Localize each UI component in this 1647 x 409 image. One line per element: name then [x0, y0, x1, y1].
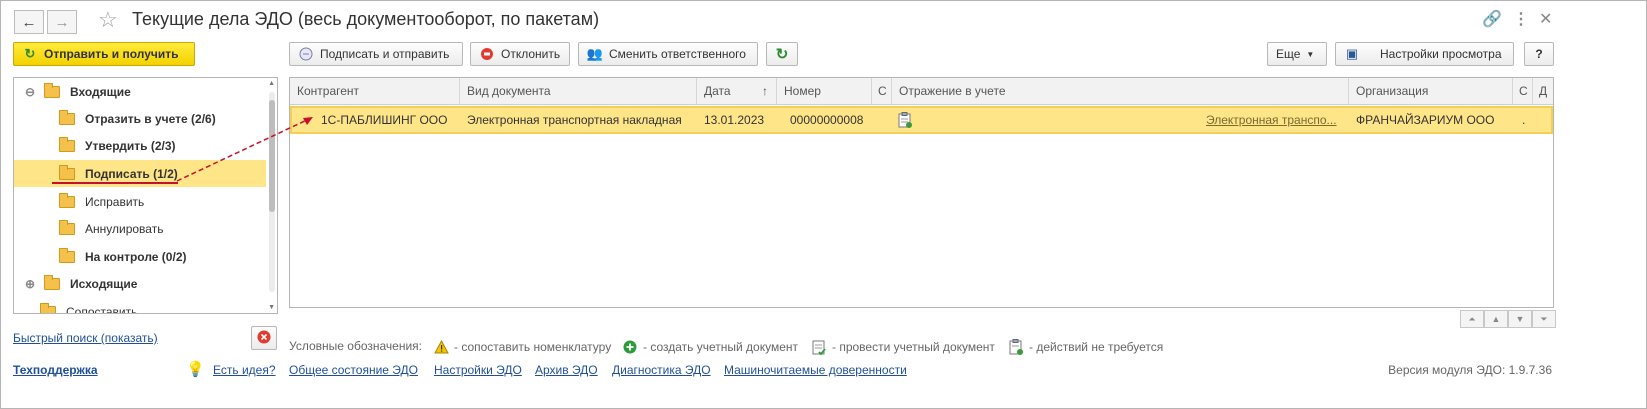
folder-icon [59, 247, 75, 263]
cell-number: 00000000008 [790, 113, 864, 127]
change-responsible-button[interactable]: 👥 Сменить ответственного [578, 42, 758, 66]
clipboard-check-icon [1008, 339, 1024, 355]
tree-item-control[interactable]: На контроле (0/2) [14, 243, 266, 270]
view-settings-button[interactable]: ▣ Настройки просмотра [1335, 42, 1514, 66]
cell-date: 13.01.2023 [704, 113, 765, 127]
grid-header: Контрагент Вид документа Дата ↑ Номер С О… [290, 78, 1553, 105]
folder-icon [44, 82, 60, 98]
post-document-icon [811, 339, 827, 355]
close-icon[interactable]: ✕ [1539, 10, 1552, 30]
stop-icon [479, 46, 495, 62]
idea-link[interactable]: Есть идея? [213, 363, 276, 377]
col-d[interactable]: Д [1533, 78, 1553, 105]
refresh-icon: ↻ [24, 46, 36, 61]
tree-item-incoming[interactable]: ⊖ Входящие [14, 78, 266, 105]
link-icon[interactable]: 🔗 [1482, 10, 1502, 30]
diagnostics-link[interactable]: Диагностика ЭДО [612, 363, 711, 377]
sign-icon [298, 46, 314, 62]
tree-item-outgoing[interactable]: ⊕ Исходящие [14, 270, 266, 297]
first-icon: ⏶ [1468, 313, 1476, 324]
cell-doc-type: Электронная транспортная накладная [467, 113, 682, 127]
more-vertical-icon[interactable]: ⋮ [1513, 10, 1529, 30]
grid-down-button[interactable]: ▼ [1508, 310, 1532, 328]
down-icon: ▼ [1515, 314, 1525, 324]
up-icon: ▲ [1491, 314, 1501, 324]
annotation-arrow [176, 117, 313, 182]
legend-post: - провести учетный документ [811, 339, 995, 355]
col-s1[interactable]: С [872, 78, 892, 105]
sort-arrow-icon: ↑ [762, 84, 768, 98]
edo-window: ← → ☆ Текущие дела ЭДО (весь документооб… [0, 0, 1647, 409]
expand-icon[interactable]: ⊕ [24, 277, 36, 291]
legend-title: Условные обозначения: [289, 339, 422, 353]
col-number[interactable]: Номер [777, 78, 872, 105]
col-date[interactable]: Дата ↑ [697, 78, 777, 105]
support-link[interactable]: Техподдержка [13, 363, 98, 377]
col-doc-type[interactable]: Вид документа [460, 78, 697, 105]
proxies-link[interactable]: Машиночитаемые доверенности [724, 363, 907, 377]
col-organization[interactable]: Организация [1349, 78, 1513, 105]
scroll-down-icon[interactable]: ▼ [268, 304, 275, 311]
favorite-star-icon[interactable]: ☆ [98, 8, 118, 32]
tree-item-match[interactable]: Сопоставить [14, 298, 266, 313]
folder-icon [40, 302, 56, 313]
col-accounting[interactable]: Отражение в учете [892, 78, 1349, 105]
close-circle-icon [257, 330, 271, 347]
table-row[interactable]: 1С-ПАБЛИШИНГ ООО Электронная транспортна… [290, 106, 1553, 134]
users-icon: 👥 [586, 46, 604, 61]
legend-create: - создать учетный документ [622, 339, 798, 355]
add-circle-icon [622, 339, 638, 355]
legend-match: - сопоставить номенклатуру [433, 339, 611, 355]
arrow-right-icon: → [54, 13, 70, 31]
tree-item-annul[interactable]: Аннулировать [14, 215, 266, 242]
forward-button[interactable]: → [47, 10, 77, 34]
warning-icon [433, 339, 449, 355]
page-title: Текущие дела ЭДО (весь документооборот, … [132, 9, 600, 29]
accounting-doc-link[interactable]: Электронная транспо... [1199, 108, 1347, 132]
reject-button[interactable]: Отклонить [470, 42, 570, 66]
monitor-settings-icon: ▣ [1345, 46, 1359, 61]
grid-last-button[interactable]: ⏷ [1532, 310, 1556, 328]
scroll-up-icon[interactable]: ▲ [268, 80, 275, 87]
refresh-button[interactable]: ↻ [766, 42, 798, 66]
col-s2[interactable]: С [1513, 78, 1533, 105]
folder-icon [59, 164, 75, 180]
folder-icon [59, 109, 75, 125]
cell-organization: ФРАНЧАЙЗАРИУМ ООО [1356, 113, 1495, 127]
folder-icon [59, 192, 75, 208]
more-button[interactable]: Еще ▼ [1267, 42, 1327, 66]
grid-up-button[interactable]: ▲ [1484, 310, 1508, 328]
general-state-link[interactable]: Общее состояние ЭДО [289, 363, 418, 377]
refresh-icon: ↻ [775, 46, 789, 63]
help-button[interactable]: ? [1524, 42, 1554, 66]
last-icon: ⏷ [1540, 313, 1548, 324]
annotation-underline [52, 182, 178, 184]
annotation-arrow-line [176, 118, 310, 182]
legend-none: - действий не требуется [1008, 339, 1163, 355]
grid-first-button[interactable]: ⏶ [1460, 310, 1484, 328]
collapse-icon[interactable]: ⊖ [24, 85, 36, 99]
back-button[interactable]: ← [14, 10, 44, 34]
sign-send-button[interactable]: Подписать и отправить [289, 42, 463, 66]
clear-filter-button[interactable] [251, 326, 277, 350]
lightbulb-icon: 💡 [186, 361, 205, 378]
quick-search-link[interactable]: Быстрый поиск (показать) [13, 331, 158, 345]
send-receive-button[interactable]: ↻ Отправить и получить [13, 42, 195, 66]
dropdown-arrow-icon: ▼ [1306, 49, 1315, 59]
cell-extra: . [1522, 113, 1526, 127]
version-label: Версия модуля ЭДО: 1.9.7.36 [1388, 363, 1552, 377]
col-counterparty[interactable]: Контрагент [290, 78, 460, 105]
tree-item-fix[interactable]: Исправить [14, 188, 266, 215]
post-document-icon [898, 108, 918, 132]
folder-icon [59, 219, 75, 235]
settings-link[interactable]: Настройки ЭДО [434, 363, 522, 377]
archive-link[interactable]: Архив ЭДО [535, 363, 598, 377]
documents-grid: Контрагент Вид документа Дата ↑ Номер С О… [289, 77, 1554, 308]
folder-icon [59, 136, 75, 152]
arrow-left-icon: ← [21, 13, 37, 31]
folder-icon [44, 274, 60, 290]
